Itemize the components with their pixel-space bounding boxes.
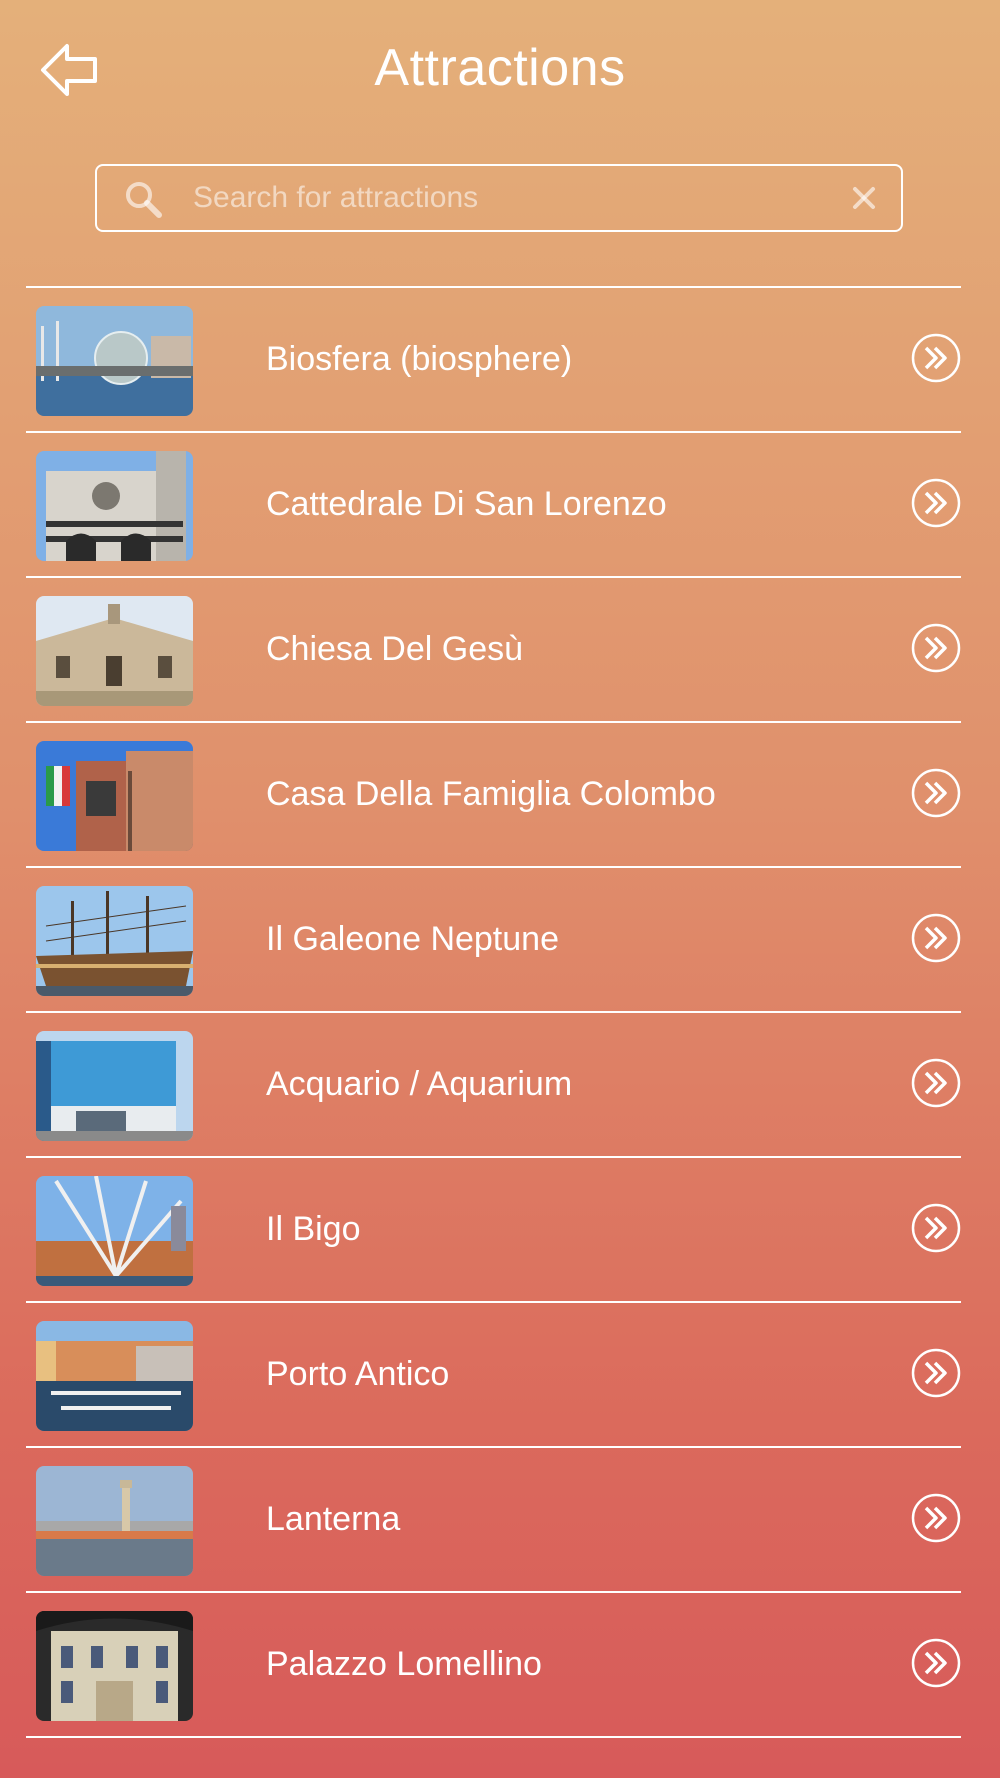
attraction-thumbnail (36, 1321, 193, 1431)
list-item[interactable]: Il Galeone Neptune (26, 868, 961, 1013)
attraction-label: Palazzo Lomellino (266, 1645, 542, 1683)
attraction-label: Porto Antico (266, 1355, 450, 1393)
search-icon (126, 182, 162, 218)
attraction-thumbnail (36, 741, 193, 851)
list-item[interactable]: Casa Della Famiglia Colombo (26, 723, 961, 868)
list-item[interactable]: Il Bigo (26, 1158, 961, 1303)
attraction-label: Chiesa Del Gesù (266, 630, 524, 668)
list-item[interactable]: Chiesa Del Gesù (26, 578, 961, 723)
attraction-label: Acquario / Aquarium (266, 1065, 573, 1103)
attraction-label: Biosfera (biosphere) (266, 340, 573, 378)
attraction-thumbnail (36, 1031, 193, 1141)
chevron-double-right-icon[interactable] (911, 1348, 961, 1398)
header: Attractions (0, 0, 1000, 140)
chevron-double-right-icon[interactable] (911, 768, 961, 818)
list-item[interactable]: Biosfera (biosphere) (26, 288, 961, 433)
attraction-label: Il Bigo (266, 1210, 361, 1248)
attraction-label: Cattedrale Di San Lorenzo (266, 485, 667, 523)
list-item[interactable]: Acquario / Aquarium (26, 1013, 961, 1158)
attractions-list: Biosfera (biosphere) Cattedrale Di San L… (26, 286, 961, 1738)
attraction-thumbnail (36, 886, 193, 996)
close-icon[interactable] (851, 185, 877, 211)
list-item[interactable]: Porto Antico (26, 1303, 961, 1448)
attraction-label: Il Galeone Neptune (266, 920, 559, 958)
chevron-double-right-icon[interactable] (911, 1493, 961, 1543)
attraction-thumbnail (36, 1466, 193, 1576)
attraction-thumbnail (36, 306, 193, 416)
chevron-double-right-icon[interactable] (911, 913, 961, 963)
search-bar[interactable] (95, 164, 903, 232)
list-item[interactable]: Lanterna (26, 1448, 961, 1593)
chevron-double-right-icon[interactable] (911, 478, 961, 528)
chevron-double-right-icon[interactable] (911, 1203, 961, 1253)
list-item[interactable]: Palazzo Lomellino (26, 1593, 961, 1738)
attraction-label: Casa Della Famiglia Colombo (266, 775, 716, 813)
search-input[interactable] (193, 166, 813, 230)
attraction-label: Lanterna (266, 1500, 401, 1538)
chevron-double-right-icon[interactable] (911, 1638, 961, 1688)
page-title: Attractions (374, 39, 626, 97)
attraction-thumbnail (36, 1176, 193, 1286)
attraction-thumbnail (36, 451, 193, 561)
chevron-double-right-icon[interactable] (911, 623, 961, 673)
chevron-double-right-icon[interactable] (911, 333, 961, 383)
chevron-double-right-icon[interactable] (911, 1058, 961, 1108)
attraction-thumbnail (36, 596, 193, 706)
list-item[interactable]: Cattedrale Di San Lorenzo (26, 433, 961, 578)
attraction-thumbnail (36, 1611, 193, 1721)
